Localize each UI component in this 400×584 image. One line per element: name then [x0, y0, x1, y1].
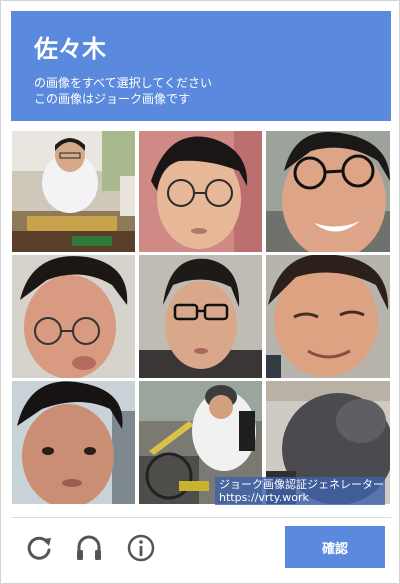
watermark-title: ジョーク画像認証ジェネレーター [219, 478, 384, 491]
image-tile-2[interactable] [139, 131, 262, 252]
footer-divider [11, 517, 391, 518]
captcha-header: 佐々木 の画像をすべて選択してください この画像はジョーク画像です [11, 11, 391, 121]
image-tile-5[interactable] [139, 255, 262, 378]
watermark-url: https://vrty.work [219, 491, 309, 504]
info-icon[interactable] [125, 532, 157, 564]
reload-icon[interactable] [23, 532, 55, 564]
image-tile-4[interactable] [12, 255, 135, 378]
image-grid [12, 131, 390, 504]
image-tile-3[interactable] [266, 131, 390, 252]
image-tile-1[interactable] [12, 131, 135, 252]
instruction-text: の画像をすべて選択してください [34, 76, 212, 90]
joke-notice-text: この画像はジョーク画像です [34, 92, 191, 106]
captcha-widget: 佐々木 の画像をすべて選択してください この画像はジョーク画像です ジョーク画像… [0, 0, 400, 584]
headphones-icon[interactable] [73, 532, 105, 564]
captcha-title: 佐々木 [34, 35, 106, 63]
confirm-button[interactable]: 確認 [285, 526, 385, 568]
image-tile-6[interactable] [266, 255, 390, 378]
generator-watermark: ジョーク画像認証ジェネレーター https://vrty.work [215, 477, 385, 505]
image-tile-7[interactable] [12, 381, 135, 504]
